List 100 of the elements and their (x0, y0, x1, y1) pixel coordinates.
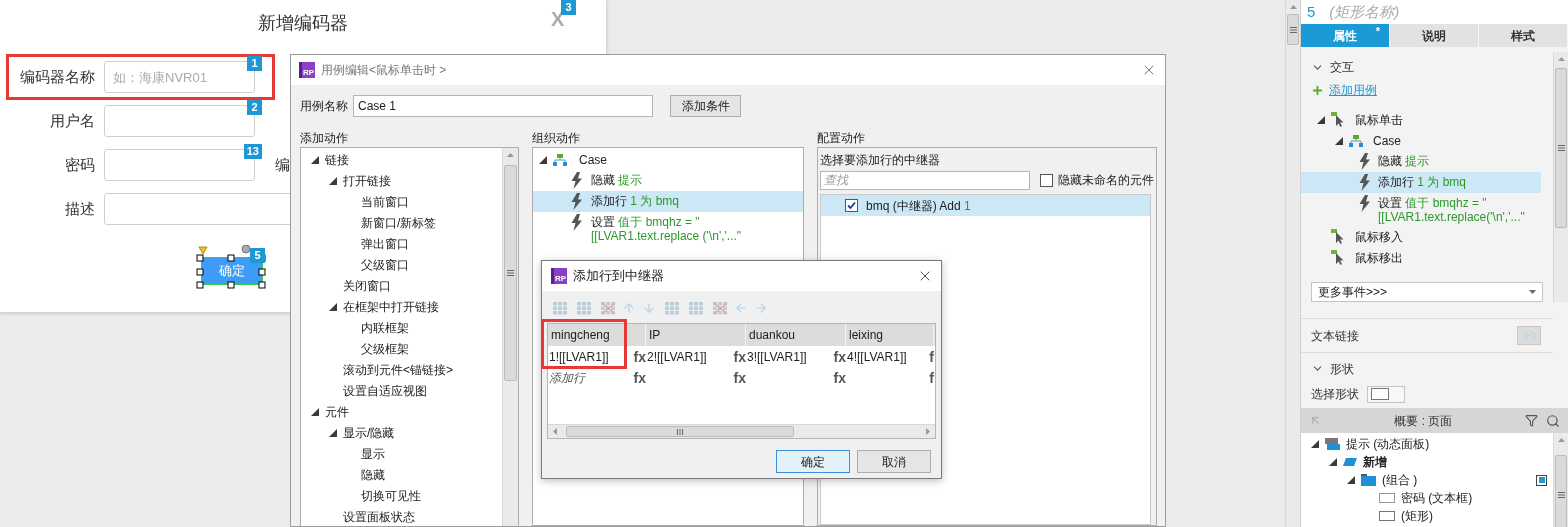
delete-row-icon[interactable] (598, 301, 616, 315)
scroll-up-icon[interactable] (507, 153, 514, 157)
expanded-triangle-icon[interactable] (329, 302, 337, 311)
action-item[interactable]: 设置 值于 bmqhz = "[[LVAR1.text.replace('\n','..." (1301, 193, 1541, 226)
action-item[interactable]: 设置 值于 bmqhz = "[[LVAR1.text.replace ('\n','..." (533, 212, 803, 245)
expanded-triangle-icon[interactable] (1311, 440, 1319, 448)
expanded-triangle-icon[interactable] (1347, 476, 1355, 484)
scroll-left-icon[interactable] (553, 428, 557, 435)
tree-item[interactable]: 当前窗口 (301, 191, 502, 212)
expanded-triangle-icon[interactable] (329, 176, 337, 185)
column-header[interactable]: leixing (846, 324, 934, 346)
expanded-triangle-icon[interactable] (1317, 115, 1325, 124)
repeater-item[interactable]: bmq (中继器) Add 1 (821, 195, 1150, 216)
tree-item[interactable]: 在框架中打开链接 (301, 296, 502, 317)
filter-icon[interactable] (1525, 414, 1538, 427)
tree-item[interactable]: 新窗口/新标签 (301, 212, 502, 233)
arrow-right-icon[interactable] (754, 301, 768, 315)
tree-item[interactable]: 弹出窗口 (301, 233, 502, 254)
search-field[interactable]: 查找 (820, 170, 1030, 190)
expanded-triangle-icon[interactable] (329, 428, 337, 437)
tree-item[interactable]: 元件 (301, 401, 502, 422)
add-row-label[interactable]: 添加行 (549, 368, 585, 387)
tree-item[interactable]: 显示 (301, 443, 502, 464)
selection-handles[interactable] (196, 245, 268, 289)
column-header[interactable]: mingcheng (548, 324, 646, 346)
fx-button[interactable]: fx (833, 348, 846, 365)
outline-item[interactable]: 新增 (1301, 453, 1553, 471)
tree-item[interactable]: 链接 (301, 149, 502, 170)
expanded-triangle-icon[interactable] (311, 155, 319, 164)
fx-button[interactable]: fx (833, 369, 846, 386)
column-header[interactable]: duankou (746, 324, 846, 346)
back-arrow-icon[interactable] (1309, 414, 1322, 427)
plus-icon[interactable] (1311, 83, 1324, 97)
vertical-scrollbar[interactable] (502, 148, 518, 526)
case-item[interactable]: Case (1301, 130, 1541, 151)
cancel-button[interactable]: 取消 (857, 450, 931, 473)
scrollbar-thumb[interactable] (566, 426, 794, 437)
expanded-triangle-icon[interactable] (1329, 458, 1337, 466)
search-icon[interactable] (1546, 413, 1560, 428)
insert-row-icon[interactable] (574, 301, 592, 315)
scrollbar-thumb[interactable] (504, 165, 517, 381)
fx-button[interactable]: fx (633, 369, 646, 386)
event-item[interactable]: 鼠标单击 (1301, 109, 1541, 130)
outline-item[interactable]: (矩形) (1301, 507, 1553, 525)
action-item[interactable]: 隐藏 提示 (533, 170, 803, 191)
action-item[interactable]: 隐藏 提示 (1301, 151, 1541, 172)
fx-button[interactable]: f (929, 348, 934, 365)
shape-picker[interactable] (1367, 385, 1405, 403)
fx-button[interactable]: f (929, 369, 934, 386)
arrow-left-icon[interactable] (734, 301, 748, 315)
tree-item[interactable]: 父级框架 (301, 338, 502, 359)
outline-item[interactable]: (组合 ) (1301, 471, 1553, 489)
action-item[interactable]: 添加行 1 为 bmq (1301, 172, 1541, 193)
panel-tab[interactable]: 样式 (1479, 24, 1568, 47)
scroll-up-icon[interactable] (1558, 57, 1565, 61)
case-item[interactable]: Case (533, 149, 803, 170)
event-item[interactable]: 鼠标移出 (1301, 247, 1541, 268)
tree-item[interactable]: 设置面板状态 (301, 506, 502, 526)
insert-row-icon[interactable] (550, 301, 568, 315)
scrollbar-thumb[interactable] (1555, 455, 1567, 527)
column-header[interactable]: IP (646, 324, 746, 346)
tree-item[interactable]: 关闭窗口 (301, 275, 502, 296)
link-button[interactable] (1517, 326, 1541, 345)
tree-item[interactable]: 隐藏 (301, 464, 502, 485)
scrollbar-thumb[interactable] (1287, 14, 1299, 45)
tree-item[interactable]: 切换可见性 (301, 485, 502, 506)
add-condition-button[interactable]: 添加条件 (670, 95, 741, 117)
scroll-right-icon[interactable] (926, 428, 930, 435)
scrollbar-thumb[interactable] (1555, 68, 1567, 228)
tree-item[interactable]: 滚动到元件<锚链接> (301, 359, 502, 380)
fx-button[interactable]: fx (733, 369, 746, 386)
fx-button[interactable]: fx (633, 348, 646, 365)
insert-column-icon[interactable] (686, 301, 704, 315)
ok-button[interactable]: 确定 (776, 450, 850, 473)
scroll-up-icon[interactable] (1290, 5, 1297, 9)
expanded-triangle-icon[interactable] (311, 407, 319, 416)
outline-item[interactable]: 提示 (动态面板) (1301, 435, 1553, 453)
tree-item[interactable]: 父级窗口 (301, 254, 502, 275)
tree-item[interactable]: 内联框架 (301, 317, 502, 338)
vertical-scrollbar[interactable] (1553, 52, 1568, 302)
tree-item[interactable]: 打开链接 (301, 170, 502, 191)
case-name-field[interactable]: Case 1 (353, 95, 653, 117)
checkbox[interactable] (845, 199, 858, 212)
insert-column-icon[interactable] (662, 301, 680, 315)
vertical-scrollbar[interactable] (1553, 433, 1568, 527)
vertical-scrollbar[interactable] (1285, 0, 1300, 527)
expanded-triangle-icon[interactable] (1335, 136, 1343, 145)
checkbox[interactable] (1040, 173, 1053, 187)
scroll-up-icon[interactable] (1558, 438, 1565, 442)
fx-button[interactable]: fx (733, 348, 746, 365)
event-item[interactable]: 鼠标移入 (1301, 226, 1541, 247)
outline-item[interactable]: 密码 (文本框) (1301, 489, 1553, 507)
panel-tab[interactable]: 说明 (1390, 24, 1479, 47)
action-item[interactable]: 添加行 1 为 bmq (533, 191, 803, 212)
expanded-triangle-icon[interactable] (539, 155, 547, 164)
more-events-dropdown[interactable]: 更多事件>>> (1311, 282, 1543, 302)
tree-item[interactable]: 设置自适应视图 (301, 380, 502, 401)
horizontal-scrollbar[interactable] (548, 424, 935, 438)
tree-item[interactable]: 显示/隐藏 (301, 422, 502, 443)
delete-column-icon[interactable] (710, 301, 728, 315)
